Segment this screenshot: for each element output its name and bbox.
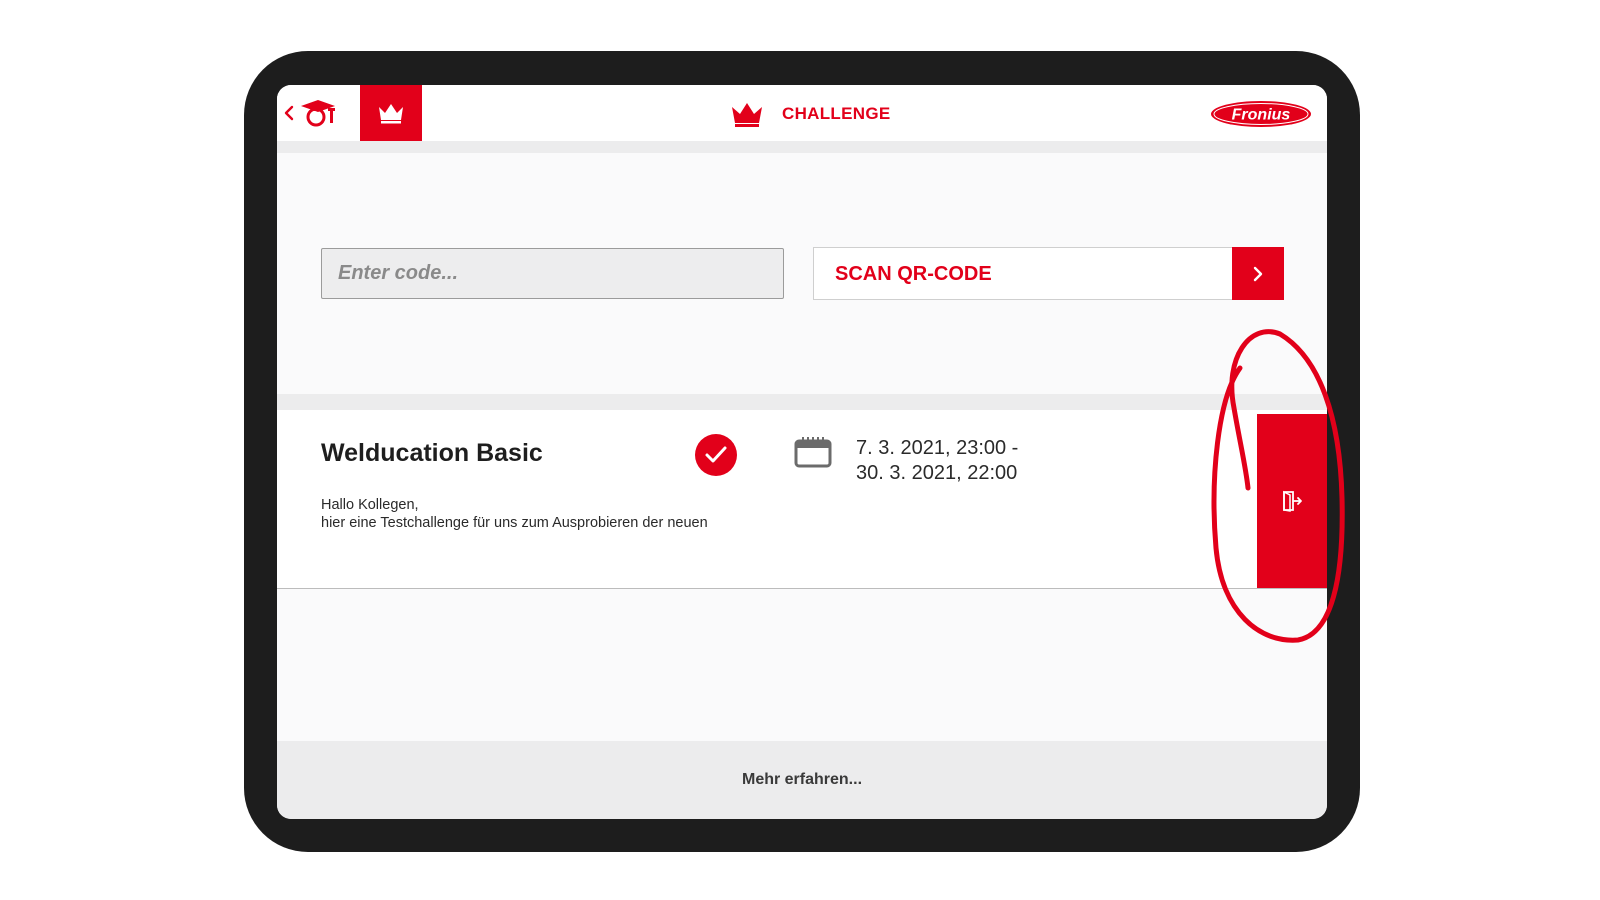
challenge-description: Hallo Kollegen, hier eine Testchallenge … [321, 496, 708, 532]
scan-qr-code-button[interactable]: SCAN QR-CODE [813, 247, 1284, 300]
description-line: Hallo Kollegen, [321, 497, 419, 513]
graduation-cap-icon [301, 100, 335, 127]
scan-qr-code-label: SCAN QR-CODE [835, 263, 992, 285]
tab-challenge[interactable] [360, 85, 422, 141]
checkmark-icon [705, 446, 727, 463]
calendar-icon [794, 437, 832, 468]
back-button[interactable] [283, 95, 341, 131]
end-date: 30. 3. 2021, 22:00 [856, 462, 1018, 484]
svg-text:Fronius: Fronius [1232, 107, 1291, 124]
crown-icon [379, 104, 403, 124]
page-title: CHALLENGE [782, 104, 891, 123]
learn-more-bar[interactable]: Mehr erfahren... [277, 741, 1327, 819]
challenge-title: Welducation Basic [321, 439, 543, 467]
door-enter-icon [1283, 490, 1302, 512]
page-title-group: CHALLENGE [730, 99, 890, 129]
challenge-card: Welducation Basic 7. 3. 2021, 23:00 - 30… [277, 410, 1327, 589]
learn-more-link[interactable]: Mehr erfahren... [742, 771, 862, 789]
enter-challenge-button[interactable] [1257, 414, 1327, 588]
header-divider [277, 141, 1327, 153]
code-input[interactable] [321, 248, 784, 299]
chevron-left-icon [284, 105, 294, 121]
description-line: hier eine Testchallenge für uns zum Ausp… [321, 515, 708, 531]
fronius-logo: Fronius [1211, 101, 1311, 127]
section-divider [277, 394, 1327, 410]
start-date: 7. 3. 2021, 23:00 - [856, 437, 1019, 459]
completed-badge [695, 434, 737, 476]
app-screen: CHALLENGE Fronius SCAN QR-CODE Welducati… [277, 85, 1327, 819]
challenge-date-range: 7. 3. 2021, 23:00 - 30. 3. 2021, 22:00 [856, 436, 1018, 486]
top-bar: CHALLENGE Fronius [277, 85, 1327, 141]
scan-arrow[interactable] [1232, 247, 1284, 300]
crown-icon [732, 103, 762, 127]
chevron-right-icon [1253, 266, 1263, 281]
